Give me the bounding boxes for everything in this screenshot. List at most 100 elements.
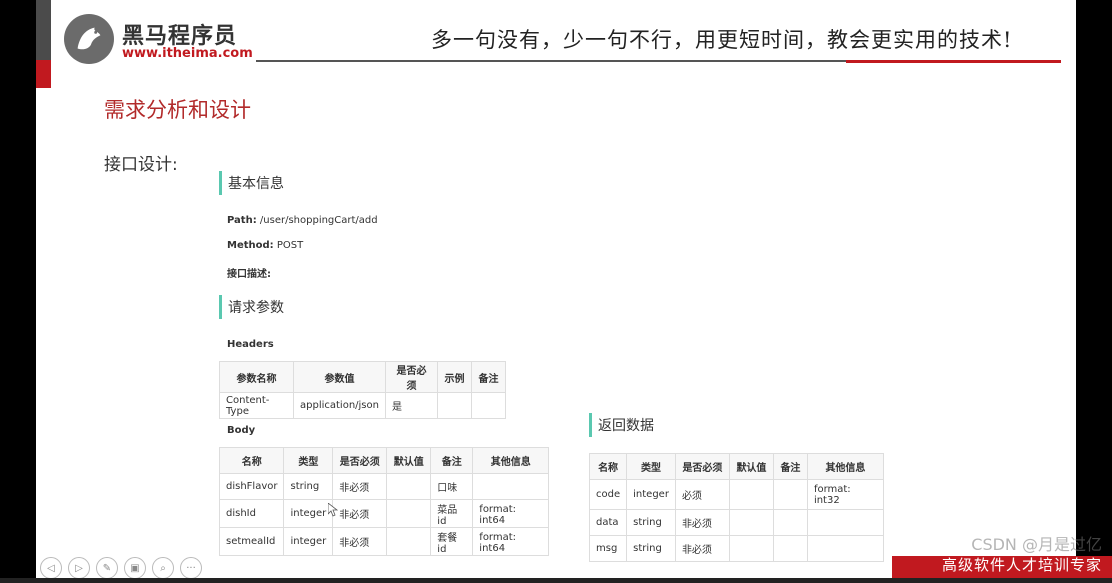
column-header: 默认值	[386, 447, 432, 474]
bottom-letterbox	[0, 578, 1112, 583]
response-table: 名称 类型 是否必须 默认值 备注 其他信息 code integer 必须 f…	[588, 453, 884, 562]
table-cell: data	[588, 509, 628, 536]
column-header: 名称	[588, 453, 628, 480]
table-cell: 非必须	[332, 473, 388, 500]
path-label: Path:	[227, 215, 257, 226]
right-letterbox	[1076, 0, 1112, 583]
table-cell: 是	[384, 392, 438, 419]
table-row: msg string 非必须	[588, 535, 884, 562]
table-header-row: 参数名称 参数值 是否必须 示例 备注	[219, 361, 506, 393]
section-response-data: 返回数据	[589, 413, 654, 437]
table-cell: Content-Type	[219, 392, 294, 419]
table-row: setmealId integer 非必须 套餐id format: int64	[218, 527, 550, 556]
slide: 黑马程序员 www.itheima.com 多一句没有，少一句不行，用更短时间，…	[36, 0, 1076, 578]
path-value: /user/shoppingCart/add	[259, 215, 378, 226]
table-cell: string	[626, 509, 676, 536]
column-header: 备注	[430, 447, 474, 474]
column-header: 其他信息	[806, 453, 884, 480]
more-options-button[interactable]: ···	[180, 557, 202, 579]
table-cell	[728, 509, 774, 536]
zoom-button[interactable]: ⌕	[152, 557, 174, 579]
desc-label: 接口描述:	[227, 269, 271, 280]
table-row: dishId integer 非必须 菜品id format: int64	[218, 499, 550, 528]
method-label: Method:	[227, 240, 274, 251]
column-header: 名称	[218, 447, 285, 474]
section-basic-info: 基本信息	[219, 171, 284, 195]
horse-logo-icon	[64, 14, 114, 64]
body-label: Body	[227, 425, 256, 436]
pen-tool-button[interactable]: ✎	[96, 557, 118, 579]
table-cell: 必须	[674, 479, 730, 510]
table-cell: dishId	[218, 499, 285, 528]
table-cell: application/json	[293, 392, 386, 419]
table-row: code integer 必须 format: int32	[588, 479, 884, 510]
section-request-params: 请求参数	[219, 295, 284, 319]
table-cell	[806, 509, 884, 536]
slide-title: 需求分析和设计	[104, 98, 251, 122]
headers-label: Headers	[227, 339, 274, 350]
table-header-row: 名称 类型 是否必须 默认值 备注 其他信息	[588, 453, 884, 480]
path-row: Path: /user/shoppingCart/add	[227, 215, 378, 226]
column-header: 是否必须	[674, 453, 730, 480]
table-cell: integer	[626, 479, 676, 510]
body-table: 名称 类型 是否必须 默认值 备注 其他信息 dishFlavor string…	[218, 447, 550, 556]
table-cell: 非必须	[332, 499, 388, 528]
footer-tagline: 高级软件人才培训专家	[941, 556, 1102, 574]
table-cell: code	[588, 479, 628, 510]
header-gray-strip	[36, 0, 51, 60]
csdn-watermark: CSDN @月是过亿	[971, 535, 1102, 554]
method-value: POST	[276, 240, 304, 251]
table-cell	[728, 479, 774, 510]
brand-url: www.itheima.com	[122, 46, 253, 61]
column-header: 默认值	[728, 453, 774, 480]
table-cell	[436, 392, 472, 419]
table-cell: format: int32	[806, 479, 884, 510]
next-slide-button[interactable]: ▷	[68, 557, 90, 579]
table-row: data string 非必须	[588, 509, 884, 536]
slogan: 多一句没有，少一句不行，用更短时间，教会更实用的技术!	[431, 28, 1013, 52]
presentation-toolbar: ◁ ▷ ✎ ▣ ⌕ ···	[40, 557, 202, 579]
table-cell: format: int64	[472, 527, 550, 556]
table-cell: integer	[283, 527, 334, 556]
table-cell: dishFlavor	[218, 473, 285, 500]
table-cell	[470, 392, 506, 419]
column-header: 是否必须	[332, 447, 388, 474]
slide-subtitle: 接口设计:	[104, 155, 178, 175]
column-header: 备注	[772, 453, 808, 480]
column-header: 示例	[436, 361, 472, 393]
table-cell: 非必须	[674, 509, 730, 536]
table-cell	[386, 473, 432, 500]
table-cell: 套餐id	[430, 527, 474, 556]
table-cell: msg	[588, 535, 628, 562]
table-cell	[772, 479, 808, 510]
table-row: dishFlavor string 非必须 口味	[218, 473, 550, 500]
table-cell	[806, 535, 884, 562]
table-cell	[772, 535, 808, 562]
method-row: Method: POST	[227, 240, 303, 251]
section-accent-bar	[219, 171, 222, 195]
table-cell	[386, 499, 432, 528]
table-cell	[728, 535, 774, 562]
column-header: 类型	[626, 453, 676, 480]
previous-slide-button[interactable]: ◁	[40, 557, 62, 579]
column-header: 参数值	[293, 361, 386, 393]
column-header: 参数名称	[219, 361, 294, 393]
table-cell: setmealId	[218, 527, 285, 556]
column-header: 其他信息	[472, 447, 550, 474]
column-header: 类型	[283, 447, 334, 474]
table-cell: string	[626, 535, 676, 562]
section-heading: 基本信息	[228, 176, 284, 192]
table-cell: string	[283, 473, 334, 500]
table-row: Content-Type application/json 是	[219, 392, 506, 419]
table-cell: 非必须	[332, 527, 388, 556]
section-heading: 请求参数	[228, 300, 284, 316]
column-header: 是否必须	[384, 361, 438, 393]
slides-overview-button[interactable]: ▣	[124, 557, 146, 579]
table-cell	[772, 509, 808, 536]
left-letterbox	[0, 0, 36, 583]
desc-row: 接口描述:	[227, 265, 271, 280]
mouse-cursor-icon	[328, 503, 338, 517]
table-header-row: 名称 类型 是否必须 默认值 备注 其他信息	[218, 447, 550, 474]
table-cell: integer	[283, 499, 334, 528]
column-header: 备注	[470, 361, 506, 393]
